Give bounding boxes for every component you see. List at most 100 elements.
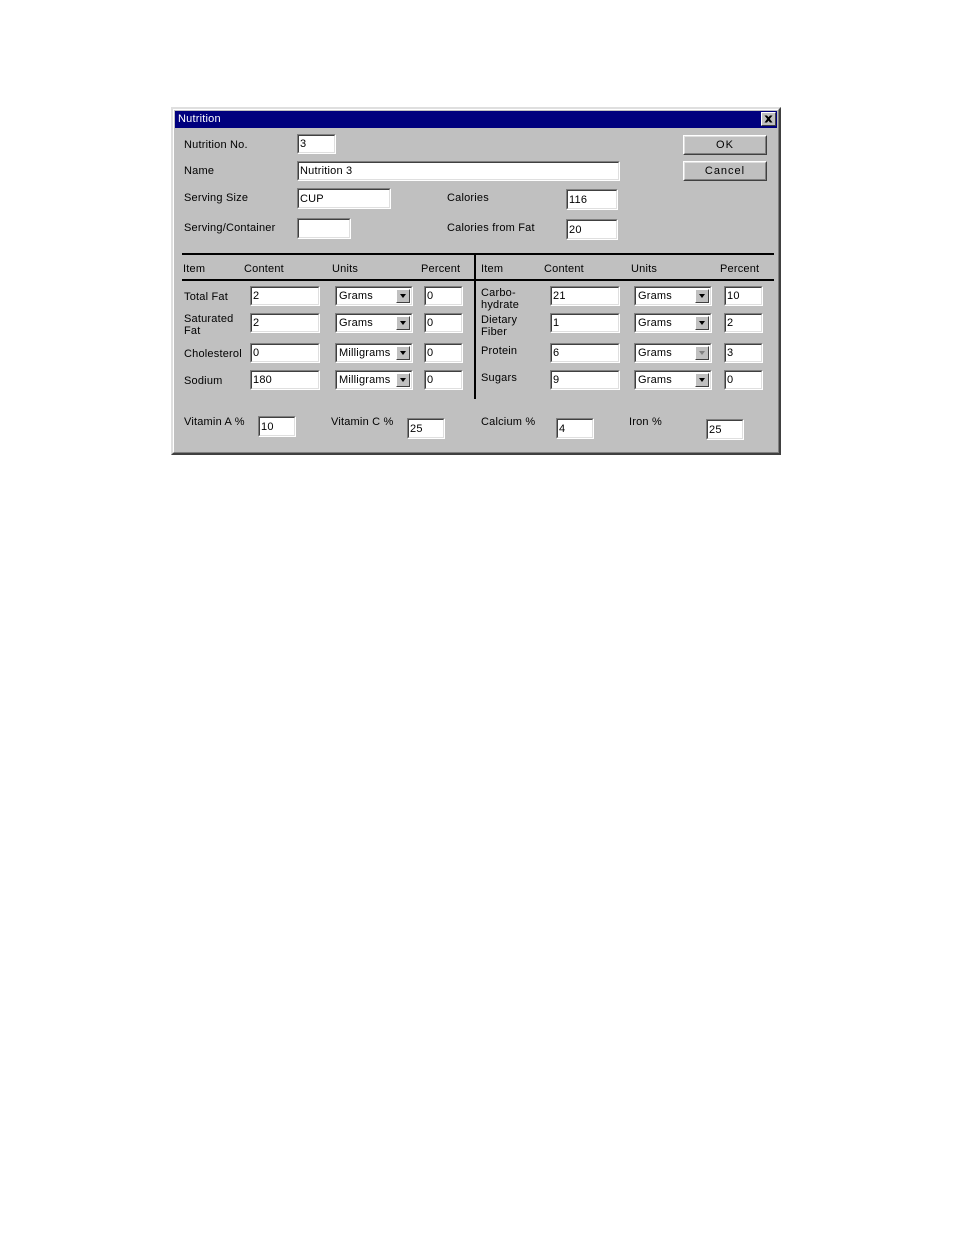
right-percent-value-2: 3 — [727, 347, 734, 359]
left-percent-input-2[interactable]: 0 — [424, 343, 463, 363]
right-percent-value-3: 0 — [727, 374, 734, 386]
chevron-down-icon[interactable] — [396, 289, 410, 303]
right-content-input-3[interactable]: 9 — [550, 370, 620, 390]
right-col-head-percent: Percent — [720, 263, 760, 275]
left-content-input-0[interactable]: 2 — [250, 286, 320, 306]
vitamin-c-input[interactable]: 25 — [407, 418, 445, 439]
ok-button-label: OK — [716, 139, 734, 151]
left-content-value-0: 2 — [253, 290, 260, 302]
left-units-combo-3[interactable]: Milligrams — [335, 370, 413, 390]
right-col-head-units: Units — [631, 263, 658, 275]
left-units-combo-1[interactable]: Grams — [335, 313, 413, 333]
table-row-label: Dietary — [481, 314, 518, 326]
chevron-down-icon[interactable] — [695, 346, 709, 360]
right-units-combo-1[interactable]: Grams — [634, 313, 712, 333]
right-percent-input-3[interactable]: 0 — [724, 370, 763, 390]
left-percent-value-1: 0 — [427, 317, 434, 329]
chevron-down-icon[interactable] — [695, 289, 709, 303]
left-content-input-3[interactable]: 180 — [250, 370, 320, 390]
serving-size-value: CUP — [300, 192, 324, 205]
left-content-input-1[interactable]: 2 — [250, 313, 320, 333]
vitamin-a-input[interactable]: 10 — [258, 416, 296, 437]
name-value: Nutrition 3 — [300, 165, 353, 177]
screenshot-canvas: Nutrition Nutrition No. Name Serving Siz… — [0, 0, 954, 1235]
vitamin-a-value: 10 — [261, 420, 274, 433]
left-col-head-item: Item — [183, 263, 206, 275]
right-units-combo-3[interactable]: Grams — [634, 370, 712, 390]
calories-label: Calories — [447, 192, 489, 204]
table-header-rule — [182, 279, 774, 281]
right-col-head-item: Item — [481, 263, 504, 275]
right-content-value-3: 9 — [553, 374, 560, 386]
table-row-label-line2: Fat — [184, 325, 201, 337]
right-units-combo-2[interactable]: Grams — [634, 343, 712, 363]
vitamin-c-value: 25 — [410, 422, 423, 435]
serving-container-label: Serving/Container — [184, 222, 276, 234]
chevron-down-icon[interactable] — [695, 373, 709, 387]
calories-from-fat-value: 20 — [569, 223, 582, 236]
table-row-label: Total Fat — [184, 291, 228, 303]
left-percent-input-1[interactable]: 0 — [424, 313, 463, 333]
right-content-input-0[interactable]: 21 — [550, 286, 620, 306]
calories-value: 116 — [569, 193, 588, 206]
cancel-button-label: Cancel — [704, 165, 746, 177]
iron-label: Iron % — [629, 416, 662, 428]
right-col-head-content: Content — [544, 263, 584, 275]
table-row-label: Protein — [481, 345, 518, 357]
left-content-value-2: 0 — [253, 347, 260, 359]
table-row-label: Carbo- — [481, 287, 516, 299]
ok-button[interactable]: OK — [683, 135, 767, 155]
vitamin-c-label: Vitamin C % — [331, 416, 394, 428]
right-units-value-2: Grams — [638, 347, 672, 359]
table-row-label-line2: Fiber — [481, 326, 508, 338]
left-content-value-1: 2 — [253, 317, 260, 329]
left-units-value-0: Grams — [339, 290, 373, 302]
left-percent-input-0[interactable]: 0 — [424, 286, 463, 306]
calories-input[interactable]: 116 — [566, 189, 618, 210]
right-percent-input-1[interactable]: 2 — [724, 313, 763, 333]
left-percent-value-2: 0 — [427, 347, 434, 359]
nutrition-no-input[interactable]: 3 — [297, 134, 336, 154]
serving-container-input[interactable] — [297, 218, 351, 239]
serving-size-label: Serving Size — [184, 192, 249, 204]
close-icon — [764, 115, 773, 123]
left-col-head-content: Content — [244, 263, 284, 275]
calories-from-fat-label: Calories from Fat — [447, 222, 535, 234]
close-button[interactable] — [761, 112, 776, 126]
nutrition-dialog: Nutrition Nutrition No. Name Serving Siz… — [171, 107, 781, 455]
left-units-combo-2[interactable]: Milligrams — [335, 343, 413, 363]
left-units-value-2: Milligrams — [339, 347, 391, 359]
right-percent-value-0: 10 — [727, 290, 740, 302]
right-percent-input-2[interactable]: 3 — [724, 343, 763, 363]
right-content-input-1[interactable]: 1 — [550, 313, 620, 333]
right-content-value-0: 21 — [553, 290, 566, 302]
right-content-input-2[interactable]: 6 — [550, 343, 620, 363]
cancel-button[interactable]: Cancel — [683, 161, 767, 181]
left-units-value-1: Grams — [339, 317, 373, 329]
left-units-combo-0[interactable]: Grams — [335, 286, 413, 306]
chevron-down-icon[interactable] — [396, 373, 410, 387]
calcium-input[interactable]: 4 — [556, 418, 594, 439]
vitamin-a-label: Vitamin A % — [184, 416, 245, 428]
left-percent-input-3[interactable]: 0 — [424, 370, 463, 390]
right-units-value-1: Grams — [638, 317, 672, 329]
serving-size-input[interactable]: CUP — [297, 188, 391, 209]
table-row-label: Cholesterol — [184, 348, 242, 360]
iron-input[interactable]: 25 — [706, 419, 744, 440]
right-content-value-1: 1 — [553, 317, 560, 329]
left-percent-value-0: 0 — [427, 290, 434, 302]
title-bar[interactable]: Nutrition — [175, 111, 777, 128]
right-units-value-0: Grams — [638, 290, 672, 302]
window-title: Nutrition — [178, 113, 221, 125]
calories-from-fat-input[interactable]: 20 — [566, 219, 618, 240]
chevron-down-icon[interactable] — [396, 346, 410, 360]
left-percent-value-3: 0 — [427, 374, 434, 386]
right-percent-input-0[interactable]: 10 — [724, 286, 763, 306]
nutrition-no-label: Nutrition No. — [184, 139, 248, 151]
left-content-input-2[interactable]: 0 — [250, 343, 320, 363]
chevron-down-icon[interactable] — [695, 316, 709, 330]
right-units-combo-0[interactable]: Grams — [634, 286, 712, 306]
name-input[interactable]: Nutrition 3 — [297, 161, 620, 181]
table-row-label: Saturated — [184, 313, 234, 325]
chevron-down-icon[interactable] — [396, 316, 410, 330]
